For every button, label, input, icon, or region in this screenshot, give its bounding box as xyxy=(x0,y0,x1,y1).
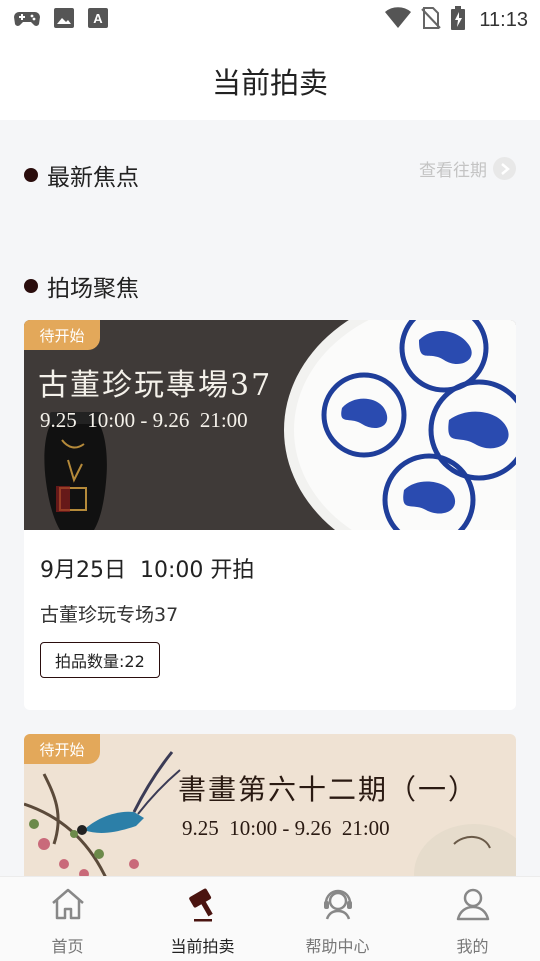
status-badge: 待开始 xyxy=(24,734,100,764)
auction-card[interactable]: 待开始 古董珍玩專場37 9.25 10:00 - 9.26 21:00 9月2… xyxy=(24,320,516,710)
tab-label: 首页 xyxy=(51,937,84,956)
tab-current-auction[interactable]: 当前拍卖 xyxy=(135,877,270,961)
image-icon xyxy=(54,8,74,32)
tab-label: 当前拍卖 xyxy=(170,937,235,956)
page-title: 当前拍卖 xyxy=(211,66,328,100)
tab-label: 帮助中心 xyxy=(305,937,370,956)
section-dot-icon xyxy=(24,279,38,293)
font-app-icon: A xyxy=(88,8,108,32)
no-sim-icon xyxy=(421,7,442,33)
bottom-tab-bar: 首页 当前拍卖 帮助中心 我的 xyxy=(0,876,540,961)
section-dot-icon xyxy=(24,168,38,182)
status-bar: A 11:13 xyxy=(0,0,540,38)
latest-focus-section: 最新焦点 xyxy=(24,158,139,192)
section-title: 最新焦点 xyxy=(47,165,139,191)
tab-mine[interactable]: 我的 xyxy=(405,877,540,961)
auction-start-time: 9月25日 10:00 开拍 xyxy=(40,558,255,583)
auction-card[interactable]: 待开始 書畫第六十二期（一） 9.25 10:00 - 9.26 21:00 xyxy=(24,734,516,884)
svg-text:A: A xyxy=(93,11,103,26)
banner-title: 古董珍玩專場37 xyxy=(38,368,273,403)
banner-title: 書畫第六十二期（一） xyxy=(178,773,479,806)
app-header: 当前拍卖 xyxy=(0,38,540,120)
clock: 11:13 xyxy=(479,8,528,31)
tab-help-center[interactable]: 帮助中心 xyxy=(270,877,405,961)
view-past-label: 查看往期 xyxy=(419,161,487,181)
tab-label: 我的 xyxy=(456,937,489,956)
view-past-link[interactable]: 查看往期 xyxy=(419,156,516,181)
auction-name: 古董珍玩专场37 xyxy=(40,604,179,626)
tab-home[interactable]: 首页 xyxy=(0,877,135,961)
headset-icon xyxy=(319,885,357,927)
section-title: 拍场聚焦 xyxy=(47,276,139,302)
auction-banner: 待开始 古董珍玩專場37 9.25 10:00 - 9.26 21:00 xyxy=(24,320,516,530)
banner-date: 9.25 10:00 - 9.26 21:00 xyxy=(40,408,248,432)
gavel-icon xyxy=(184,885,222,927)
battery-icon xyxy=(451,6,466,34)
home-icon xyxy=(49,885,87,927)
auction-banner: 待开始 書畫第六十二期（一） 9.25 10:00 - 9.26 21:00 xyxy=(24,734,516,884)
banner-date: 9.25 10:00 - 9.26 21:00 xyxy=(182,816,390,840)
wifi-icon xyxy=(385,7,412,33)
auction-focus-section: 拍场聚焦 xyxy=(24,269,139,303)
status-badge: 待开始 xyxy=(24,320,100,350)
gamepad-icon xyxy=(14,8,40,32)
chevron-right-icon xyxy=(493,157,516,180)
user-icon xyxy=(454,885,492,927)
lot-count-tag: 拍品数量:22 xyxy=(40,642,160,678)
